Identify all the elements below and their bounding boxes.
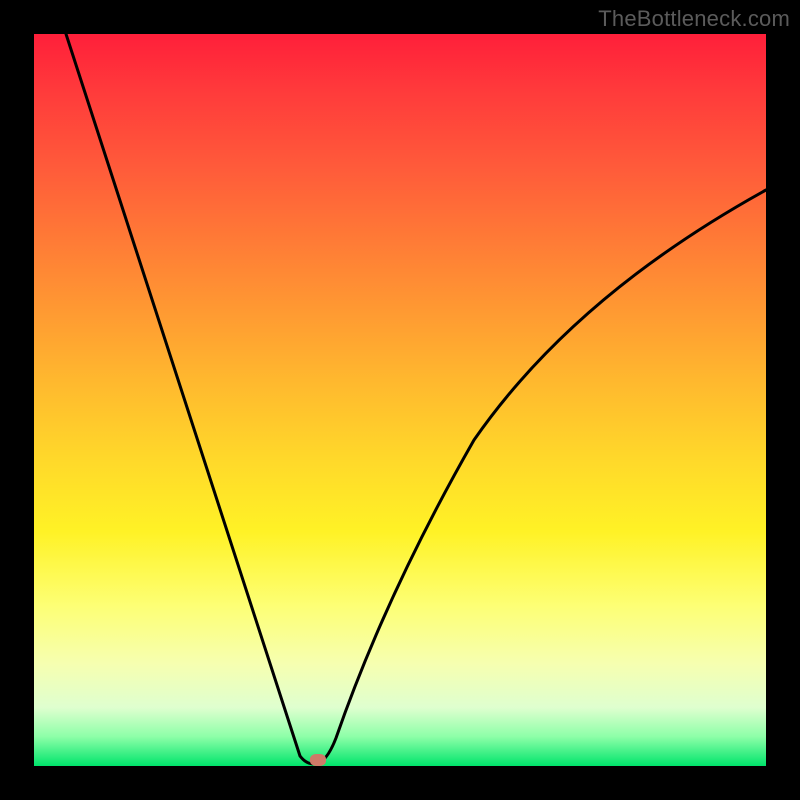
bottleneck-curve [34, 34, 766, 766]
watermark-text: TheBottleneck.com [598, 6, 790, 32]
plot-area [34, 34, 766, 766]
curve-right-branch [314, 190, 766, 764]
chart-frame: TheBottleneck.com [0, 0, 800, 800]
minimum-marker [310, 754, 326, 766]
curve-left-branch [66, 34, 314, 764]
